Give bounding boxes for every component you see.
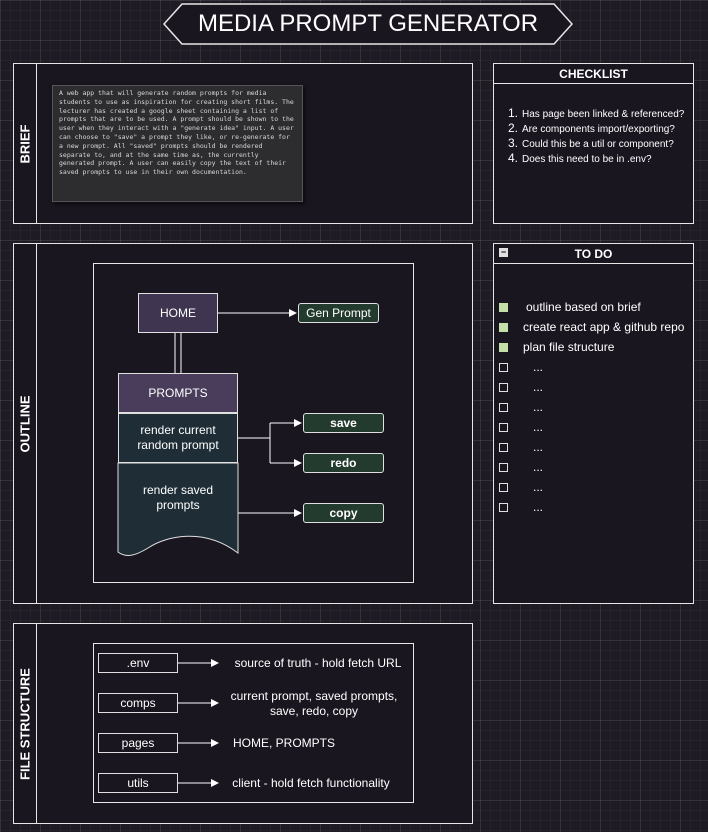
- env-file-box: .env: [98, 653, 178, 673]
- comps-description: current prompt, saved prompts, save, red…: [230, 689, 398, 718]
- pages-folder-box: pages: [98, 733, 178, 753]
- env-description: source of truth - hold fetch URL: [234, 656, 402, 670]
- pages-description: HOME, PROMPTS: [232, 736, 335, 750]
- utils-description: client - hold fetch functionality: [232, 776, 390, 790]
- utils-folder-box: utils: [98, 773, 178, 793]
- comps-folder-box: comps: [98, 693, 178, 713]
